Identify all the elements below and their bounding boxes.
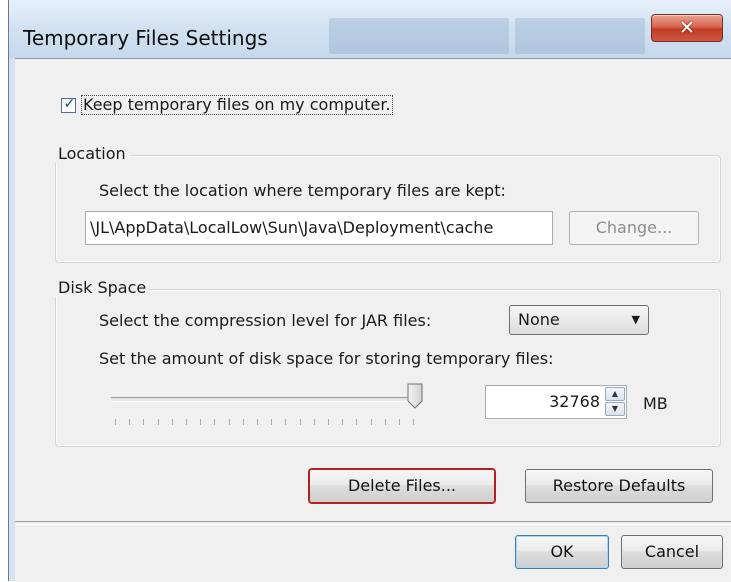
slider-tick [200,419,202,425]
slider-tick [356,419,358,425]
compression-selected-value: None [518,310,560,329]
keep-temp-files-label[interactable]: Keep temporary files on my computer. [81,95,393,115]
slider-tick [285,419,287,425]
background-window-ghost [515,18,645,54]
slider-tick [313,419,315,425]
checkmark-icon: ✓ [63,95,76,112]
slider-tick [157,419,159,425]
location-path-field[interactable]: \JL\AppData\LocalLow\Sun\Java\Deployment… [85,211,553,245]
temporary-files-settings-dialog: Temporary Files Settings ✕ ✓ Keep tempor… [8,0,731,582]
disk-space-slider-track[interactable] [111,397,415,402]
footer-separator [15,521,731,525]
slider-tick [129,419,131,425]
slider-tick [271,419,273,425]
close-button[interactable]: ✕ [651,14,723,42]
restore-defaults-button[interactable]: Restore Defaults [525,469,713,503]
disk-amount-label: Set the amount of disk space for storing… [99,349,554,368]
keep-temp-files-option[interactable]: ✓ Keep temporary files on my computer. [61,95,393,115]
slider-tick [214,419,216,425]
slider-tick [242,419,244,425]
dialog-body: ✓ Keep temporary files on my computer. L… [15,58,731,582]
location-description: Select the location where temporary file… [99,181,506,200]
slider-tick [328,419,329,425]
slider-tick [171,419,173,425]
slider-tick [257,419,258,425]
compression-label: Select the compression level for JAR fil… [99,311,432,330]
spin-down-arrow-icon[interactable]: ▼ [605,402,625,416]
close-icon: ✕ [679,17,695,39]
slider-tick [370,419,372,425]
keep-temp-files-checkbox[interactable]: ✓ [61,95,76,113]
disk-space-group-title: Disk Space [55,278,150,297]
change-location-button[interactable]: Change... [569,211,699,245]
slider-tick [299,419,301,425]
disk-space-spinner[interactable]: ▲ ▼ [605,387,625,417]
compression-select[interactable]: None ▼ [509,305,649,335]
ok-button[interactable]: OK [515,535,609,569]
disk-space-unit: MB [643,394,668,413]
disk-space-slider-thumb[interactable] [407,383,423,409]
slider-tick [384,419,386,425]
slider-tick [399,419,400,425]
background-window-ghost [329,18,509,54]
slider-tick [342,419,344,425]
cancel-button[interactable]: Cancel [621,535,723,569]
slider-tick [228,419,230,425]
dropdown-arrow-icon: ▼ [631,313,640,326]
location-group: Location [55,144,721,263]
slider-tick [143,419,145,425]
slider-ticks [115,419,415,427]
window-title: Temporary Files Settings [23,26,268,50]
spin-up-arrow-icon[interactable]: ▲ [605,387,625,401]
location-group-title: Location [55,144,129,163]
slider-tick [186,419,187,425]
title-bar[interactable]: Temporary Files Settings ✕ [9,0,731,58]
slider-tick [413,419,415,425]
delete-files-button[interactable]: Delete Files... [309,469,495,503]
slider-tick [115,419,116,425]
